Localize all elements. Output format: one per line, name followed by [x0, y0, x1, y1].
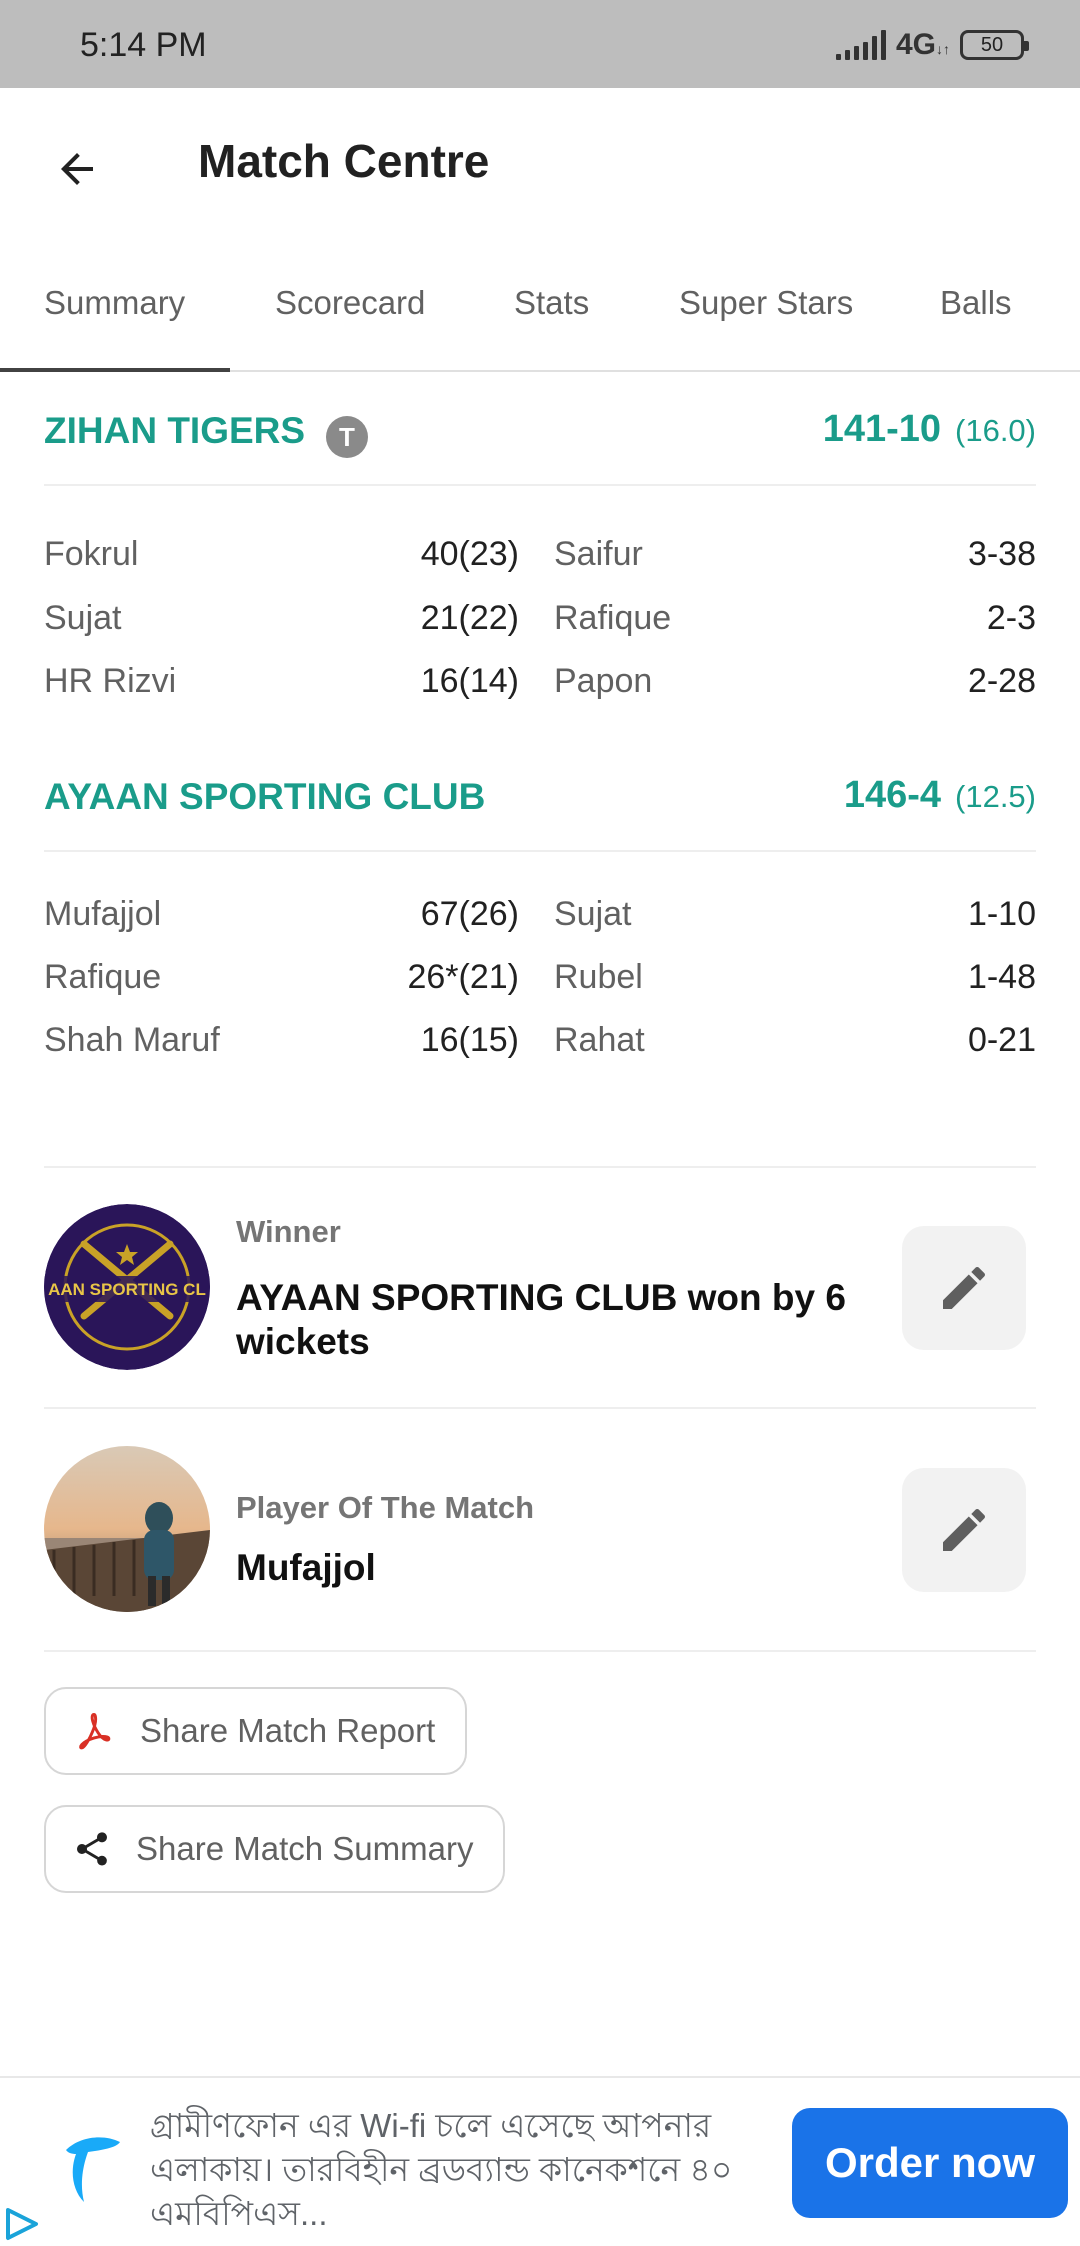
share-match-summary-button[interactable]: Share Match Summary	[44, 1805, 506, 1893]
bowler-figures: 2-28	[967, 662, 1036, 700]
toss-badge: T	[326, 416, 368, 458]
share-icon	[76, 1832, 107, 1866]
player-of-match-label: Player Of The Match	[236, 1490, 535, 1525]
divider	[44, 1166, 1036, 1168]
innings-1-header: ZIHAN TIGERS T 141-10 (16.0)	[44, 386, 1036, 486]
batter-name: Mufajjol	[44, 895, 162, 933]
network-type: 4G↓↑	[895, 28, 950, 61]
batter-score: 21(22)	[420, 599, 519, 637]
back-button[interactable]	[40, 132, 114, 206]
pencil-icon	[943, 1508, 986, 1551]
battery-icon: 50	[960, 30, 1029, 60]
tab-scorecard[interactable]: Scorecard	[275, 284, 425, 322]
divider	[44, 1650, 1036, 1652]
bowler-figures: 1-10	[967, 895, 1036, 933]
ad-text: গ্রামীণফোন এর Wi-fi চলে এসেছে আপনার এলাক…	[150, 2107, 733, 2232]
tab-super-stars[interactable]: Super Stars	[679, 284, 853, 322]
performer-row: Sujat 21(22) Rafique 2-3	[44, 599, 1036, 659]
player-avatar	[44, 1446, 210, 1612]
team-name: AYAAN SPORTING CLUB	[44, 776, 486, 817]
batter-name: Sujat	[44, 599, 122, 637]
share-match-report-label: Share Match Report	[140, 1712, 436, 1749]
status-bar: 5:14 PM 4G↓↑ 50	[0, 0, 1080, 88]
tab-bar: Summary Scorecard Stats Super Stars Ball…	[0, 236, 1080, 372]
batter-name: Fokrul	[44, 535, 139, 573]
team-score: 141-10 (16.0)	[822, 408, 1036, 450]
innings-2-header: AYAAN SPORTING CLUB 146-4 (12.5)	[44, 752, 1036, 852]
ad-banner[interactable]: গ্রামীণফোন এর Wi-fi চলে এসেছে আপনার এলাক…	[0, 2076, 1080, 2246]
bowler-figures: 0-21	[967, 1021, 1036, 1059]
pencil-icon	[943, 1266, 986, 1309]
bowler-name: Saifur	[554, 535, 643, 573]
batter-score: 40(23)	[420, 535, 519, 573]
performer-row: Rafique 26*(21) Rubel 1-48	[44, 958, 1036, 1018]
performer-row: Mufajjol 67(26) Sujat 1-10	[44, 895, 1036, 955]
divider	[44, 1407, 1036, 1409]
batter-name: Rafique	[44, 958, 162, 996]
share-match-summary-label: Share Match Summary	[136, 1830, 474, 1867]
telenor-logo-icon	[66, 2137, 120, 2202]
batter-score: 16(14)	[420, 662, 519, 700]
batter-score: 67(26)	[420, 895, 519, 933]
bowler-figures: 2-3	[986, 599, 1036, 637]
performer-row: Fokrul 40(23) Saifur 3-38	[44, 535, 1036, 595]
bowler-figures: 3-38	[967, 535, 1036, 573]
page-title: Match Centre	[198, 135, 490, 187]
winner-result: AYAAN SPORTING CLUB won by 6 wickets	[236, 1277, 846, 1362]
batter-score: 26*(21)	[407, 958, 519, 996]
batter-name: Shah Maruf	[44, 1021, 220, 1059]
bowler-name: Sujat	[554, 895, 632, 933]
ad-choices-icon[interactable]	[0, 2202, 44, 2246]
winner-logo-text: AAN SPORTING CL	[48, 1280, 206, 1299]
tab-stats[interactable]: Stats	[514, 284, 589, 322]
bowler-name: Rafique	[554, 599, 672, 637]
edit-player-of-match-button[interactable]	[902, 1468, 1026, 1592]
bowler-name: Rubel	[554, 958, 643, 996]
winner-label: Winner	[236, 1214, 341, 1249]
winner-row: AAN SPORTING CL Winner AYAAN SPORTING CL…	[44, 1204, 1036, 1370]
app-bar: Match Centre	[0, 88, 1080, 236]
batter-name: HR Rizvi	[44, 662, 177, 700]
winner-team-logo: AAN SPORTING CL	[44, 1204, 210, 1370]
bowler-figures: 1-48	[967, 958, 1036, 996]
battery-level: 50	[980, 33, 1004, 56]
batter-score: 16(15)	[420, 1021, 519, 1059]
player-of-match-row: Player Of The Match Mufajjol	[44, 1446, 1036, 1612]
arrow-left-icon	[61, 153, 93, 185]
bowler-name: Papon	[554, 662, 653, 700]
order-now-button[interactable]: Order now	[792, 2108, 1068, 2218]
signal-icon	[835, 30, 886, 60]
active-tab-indicator	[0, 368, 230, 372]
status-icons: 4G↓↑ 50	[835, 28, 1029, 62]
pdf-icon	[79, 1713, 111, 1750]
team-name: ZIHAN TIGERS	[44, 410, 306, 451]
bowler-name: Rahat	[554, 1021, 645, 1059]
tab-summary[interactable]: Summary	[44, 284, 185, 322]
share-match-report-button[interactable]: Share Match Report	[44, 1687, 468, 1775]
player-of-match-name: Mufajjol	[236, 1547, 376, 1588]
team-score: 146-4 (12.5)	[843, 774, 1036, 816]
performer-row: HR Rizvi 16(14) Papon 2-28	[44, 662, 1036, 722]
status-time: 5:14 PM	[80, 26, 207, 64]
performer-row: Shah Maruf 16(15) Rahat 0-21	[44, 1021, 1036, 1081]
edit-winner-button[interactable]	[902, 1226, 1026, 1350]
tab-balls[interactable]: Balls	[940, 284, 1012, 322]
